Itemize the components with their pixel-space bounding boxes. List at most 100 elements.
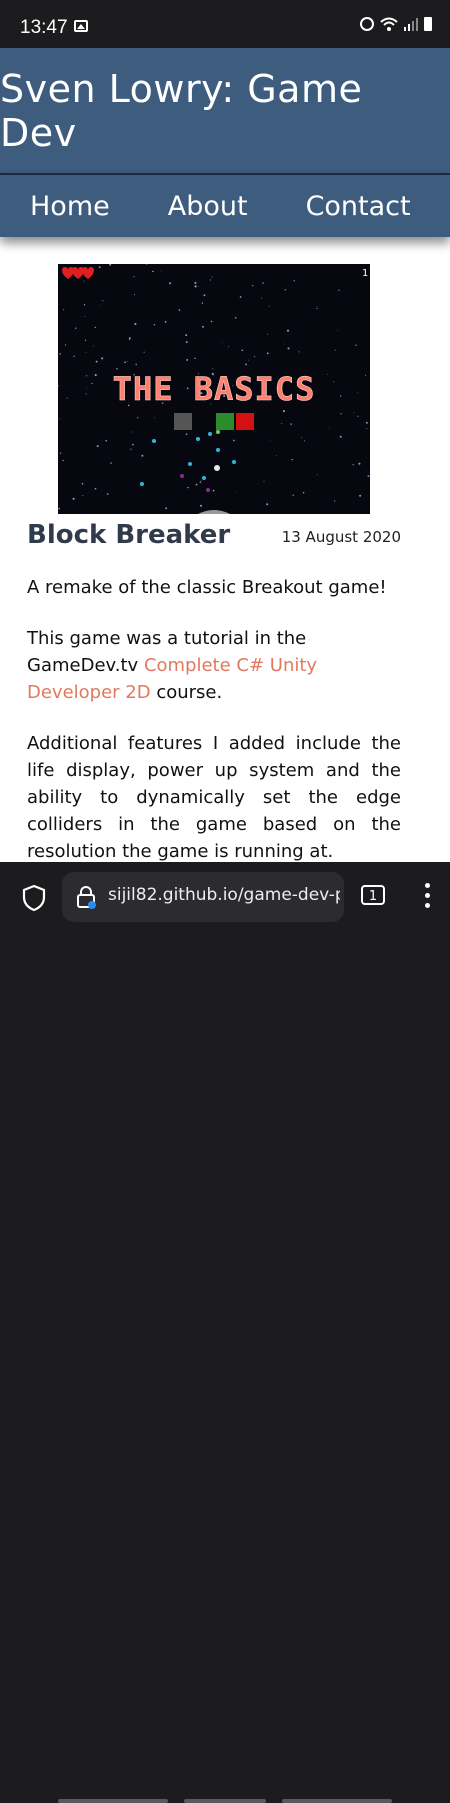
star — [340, 413, 342, 415]
grey-block — [174, 413, 192, 430]
star — [228, 346, 230, 348]
star — [262, 282, 264, 284]
red-block — [236, 413, 254, 430]
ball — [214, 465, 220, 471]
overflow-menu-icon[interactable] — [424, 883, 430, 909]
nav-home[interactable]: Home — [30, 191, 110, 222]
star — [293, 280, 295, 282]
green-block — [216, 413, 234, 430]
star — [252, 284, 254, 287]
star — [102, 300, 104, 302]
wifi-icon — [380, 17, 398, 31]
star — [86, 375, 88, 377]
star — [233, 439, 235, 442]
star — [201, 480, 203, 481]
star — [248, 359, 249, 361]
star — [352, 464, 354, 466]
star — [211, 276, 213, 278]
star — [302, 491, 305, 494]
star — [241, 349, 243, 352]
star — [98, 266, 101, 269]
star — [261, 297, 263, 299]
star — [194, 285, 197, 288]
star — [165, 507, 168, 510]
star — [64, 344, 67, 346]
star — [222, 342, 223, 344]
url-bar[interactable]: sijil82.github.io/game-dev-p — [62, 872, 344, 922]
star — [110, 462, 112, 464]
shield-icon[interactable] — [22, 884, 46, 912]
star — [209, 279, 211, 281]
star — [239, 296, 242, 298]
star — [203, 294, 206, 297]
star — [154, 417, 156, 419]
site-header: Sven Lowry: Game Dev — [0, 48, 450, 173]
star — [185, 341, 188, 344]
star — [58, 418, 60, 420]
status-bar: 13:47 — [0, 0, 450, 48]
star — [357, 415, 359, 417]
star — [284, 289, 286, 291]
star — [130, 431, 132, 433]
star — [266, 503, 269, 506]
browser-toolbar: sijil82.github.io/game-dev-p 1 — [0, 862, 450, 1803]
star — [84, 339, 87, 341]
star — [91, 382, 93, 385]
star — [63, 309, 65, 311]
star — [339, 435, 342, 438]
star — [199, 481, 202, 483]
star — [365, 421, 368, 424]
game-banner-text: THE BASICS — [113, 370, 316, 408]
tab-count-button[interactable]: 1 — [361, 885, 385, 905]
star — [316, 308, 318, 310]
star — [365, 374, 366, 376]
star — [132, 443, 134, 446]
star — [130, 448, 132, 450]
star — [291, 458, 293, 461]
star — [133, 276, 135, 278]
nav-gesture-bar-center — [184, 1799, 266, 1803]
star — [316, 305, 318, 307]
star — [84, 316, 86, 318]
post: Block Breaker 13 August 2020 A remake of… — [27, 520, 401, 862]
star — [92, 345, 94, 347]
star — [298, 351, 300, 353]
star — [185, 334, 188, 337]
star — [195, 483, 198, 486]
alarm-icon — [360, 17, 374, 31]
star — [316, 474, 318, 476]
star — [134, 323, 137, 326]
battery-icon — [424, 17, 432, 31]
star — [366, 428, 368, 430]
star — [59, 452, 62, 454]
star — [267, 333, 269, 335]
post-paragraph-1: A remake of the classic Breakout game! — [27, 577, 387, 598]
star — [201, 302, 204, 304]
star — [199, 504, 203, 507]
star — [143, 351, 145, 353]
url-text[interactable]: sijil82.github.io/game-dev-p — [108, 885, 340, 905]
nav-about[interactable]: About — [168, 191, 248, 222]
star — [235, 492, 237, 493]
para2-suffix: course. — [150, 682, 223, 703]
post-paragraph-2: This game was a tutorial in the GameDev.… — [27, 625, 401, 706]
star — [300, 436, 302, 438]
nav-gesture-bar-right — [282, 1799, 392, 1803]
status-time: 13:47 — [20, 17, 68, 38]
gallery-notification-icon — [74, 20, 88, 32]
star — [334, 500, 336, 502]
star — [82, 495, 84, 497]
star — [281, 423, 283, 425]
star — [358, 462, 361, 465]
site-title[interactable]: Sven Lowry: Game Dev — [0, 67, 450, 155]
star — [355, 344, 357, 346]
star — [106, 493, 109, 495]
star — [160, 270, 162, 272]
star — [169, 282, 172, 285]
game-screenshot[interactable]: 1 THE BASICS — [58, 264, 370, 514]
star — [59, 353, 61, 355]
nav-contact[interactable]: Contact — [306, 191, 411, 222]
star — [276, 455, 278, 456]
post-date: 13 August 2020 — [281, 528, 401, 546]
web-page: Sven Lowry: Game Dev Home About Contact … — [0, 48, 450, 862]
